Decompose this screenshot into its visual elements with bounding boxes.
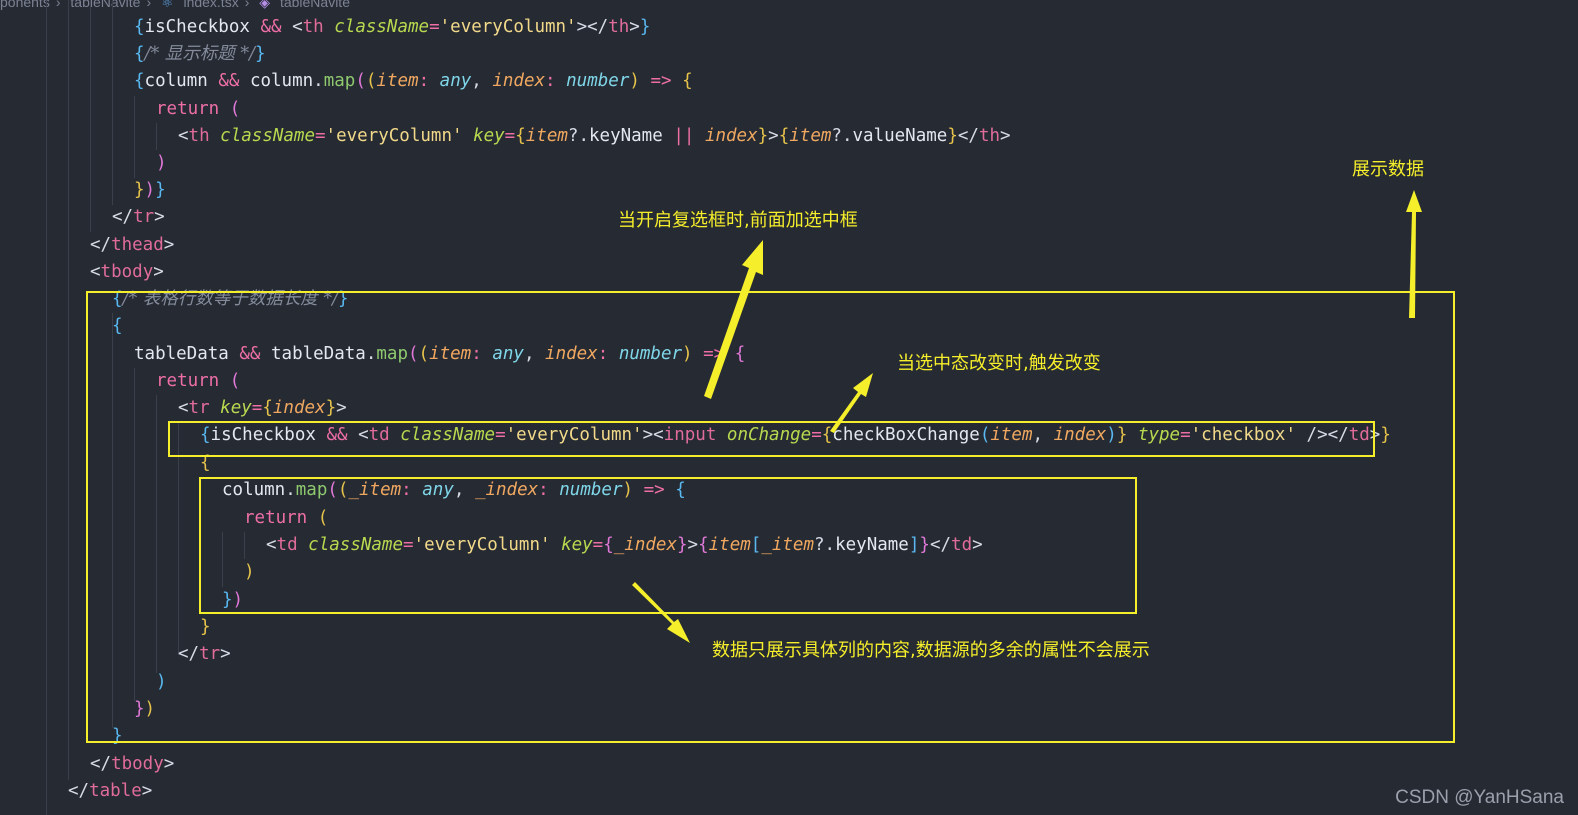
annotation-columns-only: 数据只展示具体列的内容,数据源的多余的属性不会展示 (712, 640, 1150, 661)
annotation-checkbox-enabled: 当开启复选框时,前面加选中框 (618, 210, 858, 231)
arrow-to-change-note (830, 373, 873, 433)
arrow-to-show-data-note (1406, 190, 1422, 318)
annotation-checked-change: 当选中态改变时,触发改变 (897, 353, 1101, 374)
annotation-show-data: 展示数据 (1352, 159, 1424, 180)
annotation-arrows (632, 190, 1422, 643)
arrow-to-columns-note (632, 582, 690, 643)
watermark: CSDN @YanHSana (1395, 787, 1564, 808)
arrow-to-checkbox-note (704, 240, 763, 399)
